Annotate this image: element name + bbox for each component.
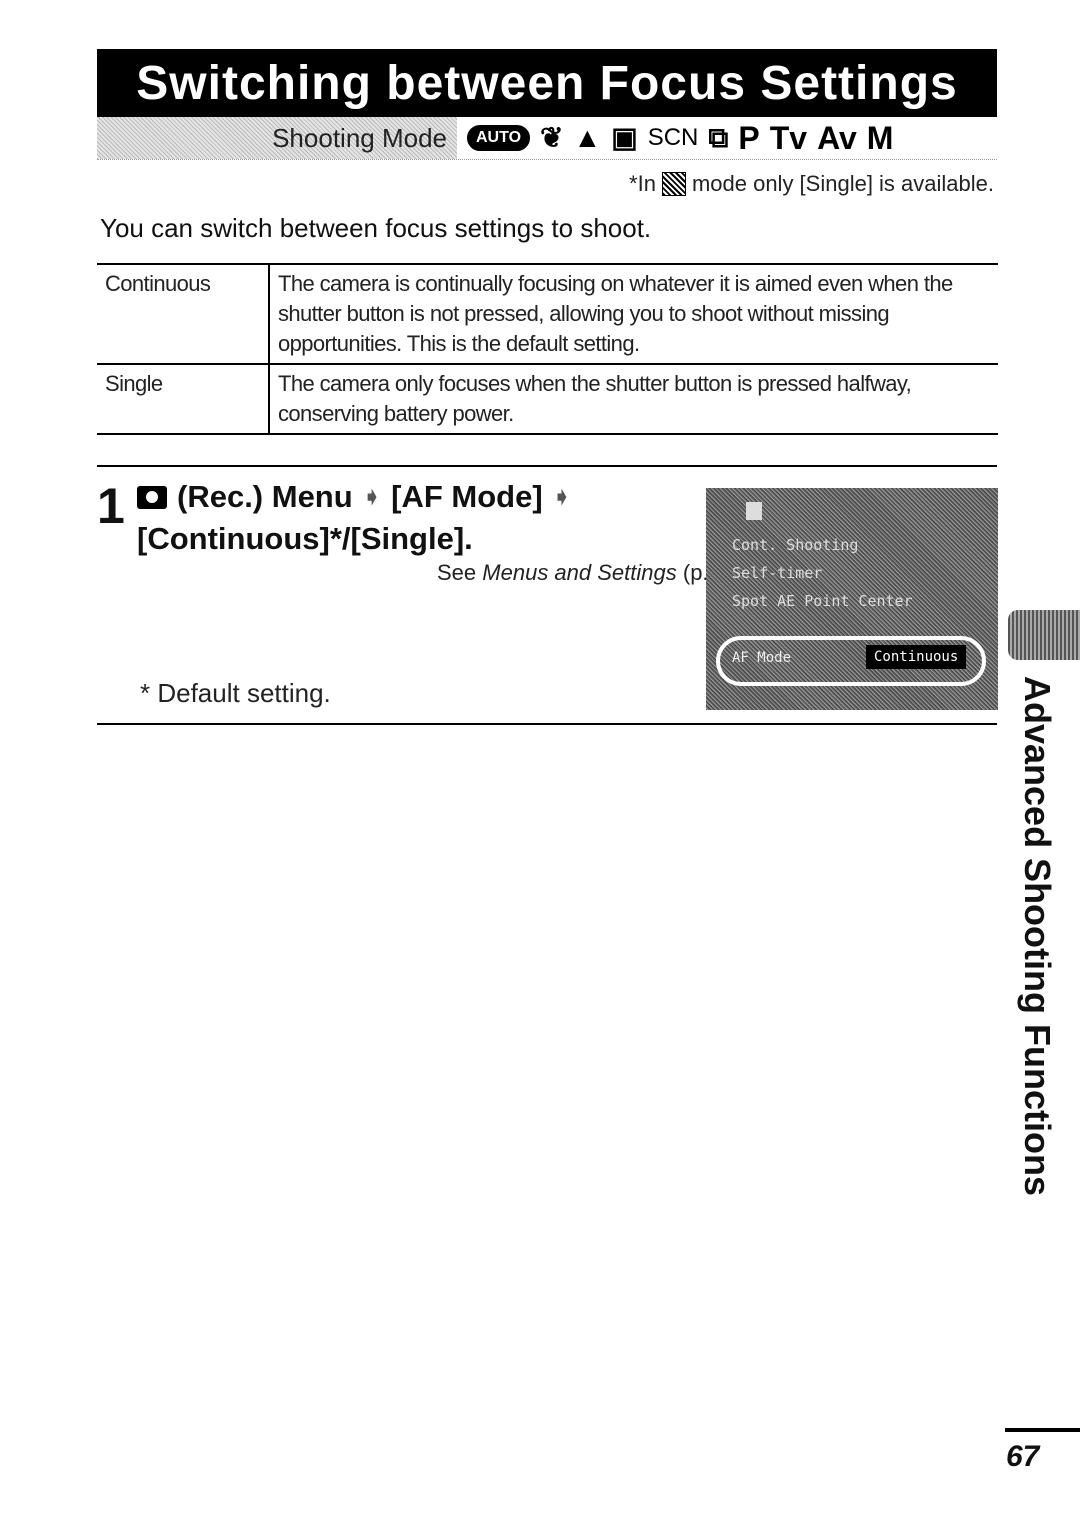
special-scene-icon xyxy=(661,172,686,196)
rec-menu-text: (Rec.) Menu xyxy=(177,479,353,514)
arrow-icon: ➧ xyxy=(362,484,382,509)
lcd-selected-value: Continuous xyxy=(866,645,967,669)
note-text: mode only [Single] is available. xyxy=(691,171,994,196)
shooting-mode-label: Shooting Mode xyxy=(272,122,447,153)
af-mode-text: [AF Mode] xyxy=(391,479,543,514)
arrow-icon: ➧ xyxy=(552,484,572,509)
setting-description: The camera is continually focusing on wh… xyxy=(278,271,953,356)
m-mode-icon: M xyxy=(866,120,894,156)
camera-lcd-screenshot: Cont. Shooting Self-timer Spot AE Point … xyxy=(706,488,998,710)
movie-mode-icon: ⧉ xyxy=(708,122,729,153)
page-number-rule xyxy=(1005,1428,1080,1432)
step-line-2: [Continuous]*/[Single]. xyxy=(137,521,473,557)
chapter-title: Advanced Shooting Functions xyxy=(1017,676,1058,1196)
page-title-bar: Switching between Focus Settings xyxy=(97,49,997,117)
see-prefix: See xyxy=(437,560,477,585)
focus-settings-table: Continuous The camera is continually foc… xyxy=(97,263,998,435)
setting-term: Continuous xyxy=(97,264,270,364)
lcd-menu-row: Self-timer xyxy=(732,564,823,582)
lcd-menu-row: Spot AE Point Center xyxy=(732,592,913,610)
av-mode-icon: Av xyxy=(817,120,857,156)
step-divider xyxy=(97,465,997,467)
landscape-mode-icon: ▲ xyxy=(573,122,602,153)
chapter-side-label: Advanced Shooting Functions xyxy=(1017,676,1060,1196)
tv-mode-icon: Tv xyxy=(769,120,808,156)
section-divider xyxy=(97,723,997,725)
mode-icons: AUTO ❦ ▲ ▣ SCN ⧉ P Tv Av M xyxy=(457,117,893,159)
page-number: 67 xyxy=(1006,1440,1040,1473)
night-scene-mode-icon: ▣ xyxy=(611,122,638,153)
lcd-selected-label: AF Mode xyxy=(732,650,792,666)
cross-reference: See Menus and Settings (p. 27) xyxy=(437,560,746,586)
step-number: 1 xyxy=(97,478,125,534)
scn-mode-icon: SCN xyxy=(647,124,699,151)
shooting-mode-bar: Shooting Mode AUTO ❦ ▲ ▣ SCN ⧉ P Tv Av M xyxy=(97,117,997,160)
availability-note: *In mode only [Single] is available. xyxy=(629,171,994,197)
reference-title: Menus and Settings xyxy=(482,560,677,585)
note-prefix: *In xyxy=(629,171,656,196)
intro-text: You can switch between focus settings to… xyxy=(100,213,652,243)
page-title: Switching between Focus Settings xyxy=(136,56,958,110)
setting-term: Single xyxy=(97,364,270,434)
table-row: Single The camera only focuses when the … xyxy=(97,364,998,434)
lcd-menu-row: Cont. Shooting xyxy=(732,536,859,554)
table-row: Continuous The camera is continually foc… xyxy=(97,264,998,364)
setting-description: The camera only focuses when the shutter… xyxy=(278,371,912,426)
p-mode-icon: P xyxy=(738,120,760,156)
camera-icon xyxy=(137,485,167,509)
shooting-mode-label-box: Shooting Mode xyxy=(97,117,457,159)
rec-tab-icon xyxy=(746,502,762,520)
options-text: [Continuous]*/[Single]. xyxy=(137,521,473,556)
step-line-1: (Rec.) Menu ➧ [AF Mode] ➧ xyxy=(137,479,571,515)
auto-mode-icon: AUTO xyxy=(467,125,531,151)
chapter-tab-marker xyxy=(1008,610,1080,660)
default-footnote: * Default setting. xyxy=(140,678,331,708)
portrait-mode-icon: ❦ xyxy=(540,122,564,153)
